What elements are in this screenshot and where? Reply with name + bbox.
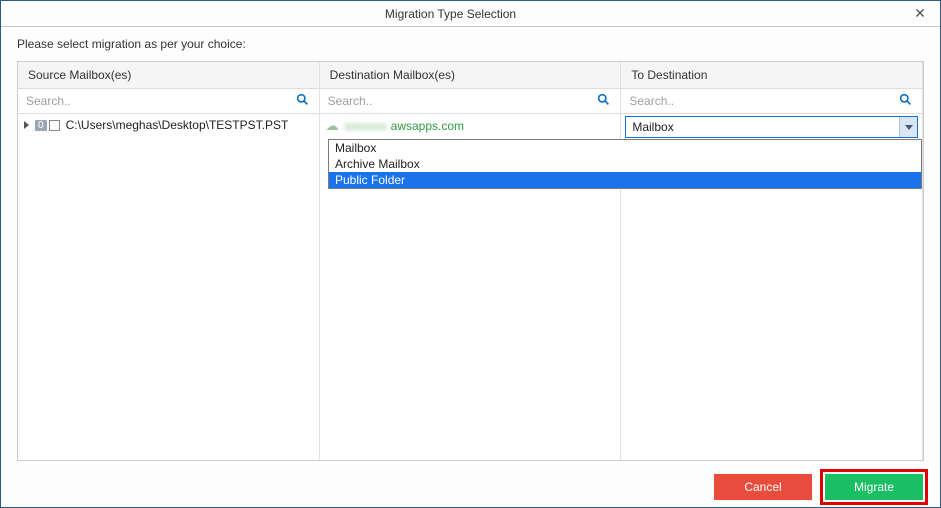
- columns-container: Source Mailbox(es) 0 C:\Users\meghas\Des…: [17, 61, 924, 461]
- checkbox[interactable]: [49, 120, 60, 131]
- source-search-row: [18, 88, 319, 114]
- migrate-highlight: Migrate: [820, 469, 928, 505]
- option-mailbox[interactable]: Mailbox: [329, 140, 921, 156]
- option-public-folder[interactable]: Public Folder: [329, 172, 921, 188]
- source-column: Source Mailbox(es) 0 C:\Users\meghas\Des…: [18, 62, 320, 460]
- count-badge: 0: [35, 120, 47, 131]
- cancel-button[interactable]: Cancel: [714, 474, 812, 500]
- search-icon[interactable]: [292, 93, 313, 109]
- to-destination-header: To Destination: [621, 62, 922, 88]
- window-title: Migration Type Selection: [1, 7, 900, 21]
- source-item-row[interactable]: 0 C:\Users\meghas\Desktop\TESTPST.PST: [18, 114, 319, 136]
- destination-search-row: [320, 88, 621, 114]
- combo-selected: Mailbox: [626, 117, 899, 137]
- footer: Cancel Migrate: [1, 467, 940, 507]
- cloud-icon: ☁: [326, 118, 339, 134]
- destination-type-dropdown[interactable]: Mailbox Archive Mailbox Public Folder: [328, 139, 922, 189]
- search-icon[interactable]: [593, 93, 614, 109]
- masked-user: xxxxxxx: [345, 119, 387, 133]
- destination-item-row[interactable]: ☁ xxxxxxx awsapps.com: [320, 114, 621, 138]
- destination-search-input[interactable]: [326, 91, 594, 111]
- source-header: Source Mailbox(es): [18, 62, 319, 88]
- instruction-text: Please select migration as per your choi…: [1, 27, 940, 61]
- destination-header: Destination Mailbox(es): [320, 62, 621, 88]
- destination-column: Destination Mailbox(es) ☁ xxxxxxx awsapp…: [320, 62, 622, 460]
- close-icon[interactable]: ✕: [900, 5, 940, 22]
- title-bar: Migration Type Selection ✕: [1, 1, 940, 27]
- to-destination-search-row: [621, 88, 922, 114]
- search-icon[interactable]: [895, 93, 916, 109]
- option-archive-mailbox[interactable]: Archive Mailbox: [329, 156, 921, 172]
- source-search-input[interactable]: [24, 91, 292, 111]
- source-path: C:\Users\meghas\Desktop\TESTPST.PST: [66, 118, 289, 132]
- destination-domain: awsapps.com: [391, 119, 464, 133]
- to-destination-column: To Destination Mailbox: [621, 62, 923, 460]
- expand-icon[interactable]: [24, 121, 29, 129]
- to-destination-search-input[interactable]: [627, 91, 895, 111]
- destination-type-combo[interactable]: Mailbox: [625, 116, 918, 138]
- migrate-button[interactable]: Migrate: [825, 474, 923, 500]
- chevron-down-icon[interactable]: [899, 117, 917, 137]
